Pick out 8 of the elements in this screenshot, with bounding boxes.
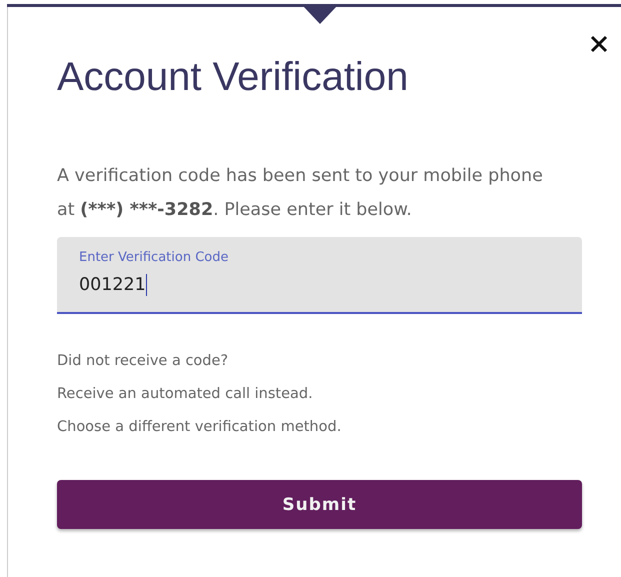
submit-button[interactable]: Submit bbox=[57, 480, 582, 529]
dialog-title: Account Verification bbox=[57, 54, 408, 101]
close-icon[interactable] bbox=[590, 35, 608, 53]
help-text: Did not receive a code? bbox=[57, 352, 228, 371]
help-link[interactable]: Receive an automated call instead. bbox=[57, 385, 313, 404]
help-link[interactable]: Choose a different verification method. bbox=[57, 418, 342, 437]
verification-code-field[interactable]: Enter Verification Code 001221 bbox=[57, 237, 582, 314]
verification-message: A verification code has been sent to your mobile phone at (***) ***-3282. Please enter it below. bbox=[57, 165, 544, 222]
